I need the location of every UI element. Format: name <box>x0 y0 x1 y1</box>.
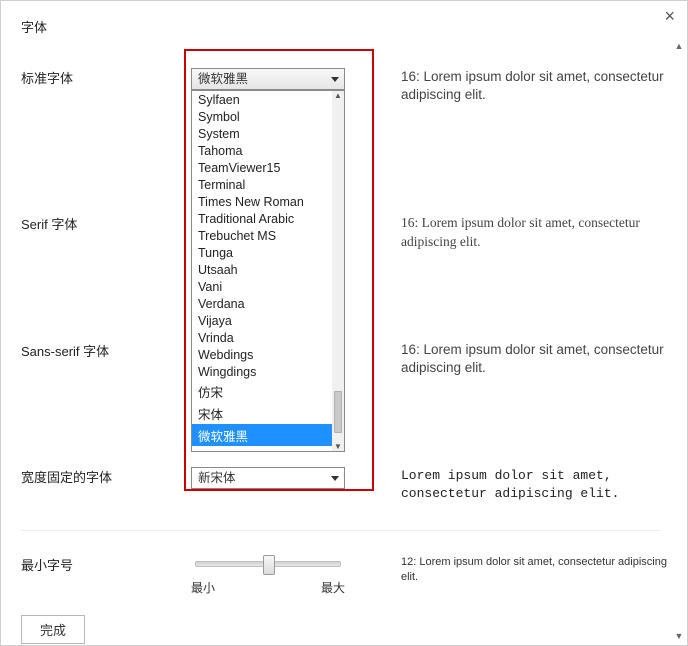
standard-font-select[interactable]: 微软雅黑 <box>191 68 345 90</box>
min-size-slider[interactable]: 最小 最大 <box>191 555 345 595</box>
slider-max-label: 最大 <box>321 579 345 596</box>
font-option[interactable]: Terminal <box>192 176 332 193</box>
font-option[interactable]: 微软雅黑 <box>192 424 332 446</box>
dialog-title: 字体 <box>21 17 679 36</box>
done-button[interactable]: 完成 <box>21 615 85 644</box>
font-dropdown-list[interactable]: SylfaenSymbolSystemTahomaTeamViewer15Ter… <box>191 90 345 452</box>
font-option[interactable]: 宋体 <box>192 402 332 424</box>
fixed-font-select[interactable]: 新宋体 <box>191 467 345 489</box>
sans-font-preview: 16: Lorem ipsum dolor sit amet, consecte… <box>381 341 679 377</box>
standard-font-preview: 16: Lorem ipsum dolor sit amet, consecte… <box>381 68 679 104</box>
font-option[interactable]: Tunga <box>192 244 332 261</box>
font-option[interactable]: Tahoma <box>192 142 332 159</box>
dropdown-scrollbar-thumb[interactable] <box>334 391 342 433</box>
font-option[interactable]: Webdings <box>192 346 332 363</box>
row-fixed-font: 宽度固定的字体 新宋体 Lorem ipsum dolor sit amet, … <box>21 377 679 502</box>
slider-min-label: 最小 <box>191 579 215 596</box>
standard-font-label: 标准字体 <box>21 68 191 87</box>
min-size-label: 最小字号 <box>21 555 191 574</box>
font-settings-dialog: × 字体 标准字体 微软雅黑 SylfaenSymbolSystemTahoma… <box>0 0 688 646</box>
font-option[interactable]: System <box>192 125 332 142</box>
serif-font-preview: 16: Lorem ipsum dolor sit amet, consecte… <box>381 214 679 250</box>
font-option[interactable]: Symbol <box>192 108 332 125</box>
font-option[interactable]: Wingdings <box>192 363 332 380</box>
font-option[interactable]: TeamViewer15 <box>192 159 332 176</box>
dialog-scrollbar[interactable] <box>673 41 685 641</box>
row-serif-font: Serif 字体 16: Lorem ipsum dolor sit amet,… <box>21 104 679 250</box>
font-option[interactable]: Utsaah <box>192 261 332 278</box>
font-option[interactable]: Vani <box>192 278 332 295</box>
fixed-font-preview: Lorem ipsum dolor sit amet, consectetur … <box>381 467 679 502</box>
slider-thumb[interactable] <box>263 555 275 575</box>
dropdown-scrollbar[interactable] <box>332 91 344 451</box>
font-option[interactable]: Trebuchet MS <box>192 227 332 244</box>
standard-font-selected: 微软雅黑 <box>198 72 248 86</box>
serif-font-label: Serif 字体 <box>21 214 191 233</box>
font-option[interactable]: Verdana <box>192 295 332 312</box>
row-min-font-size: 最小字号 最小 最大 12: Lorem ipsum dolor sit ame… <box>21 531 679 595</box>
font-option[interactable]: 仿宋 <box>192 380 332 402</box>
row-sans-font: Sans-serif 字体 16: Lorem ipsum dolor sit … <box>21 251 679 377</box>
font-option[interactable]: Sylfaen <box>192 91 332 108</box>
scroll-up-icon[interactable] <box>673 41 685 51</box>
row-standard-font: 标准字体 微软雅黑 SylfaenSymbolSystemTahomaTeamV… <box>21 44 679 104</box>
sans-font-label: Sans-serif 字体 <box>21 341 191 360</box>
scroll-down-icon[interactable] <box>673 631 685 641</box>
fixed-font-selected: 新宋体 <box>198 471 236 485</box>
font-option[interactable]: Vijaya <box>192 312 332 329</box>
close-icon[interactable]: × <box>664 7 675 25</box>
min-size-preview: 12: Lorem ipsum dolor sit amet, consecte… <box>381 555 679 585</box>
font-option[interactable]: Traditional Arabic <box>192 210 332 227</box>
font-option[interactable]: Times New Roman <box>192 193 332 210</box>
fixed-font-label: 宽度固定的字体 <box>21 467 191 486</box>
font-option[interactable]: Vrinda <box>192 329 332 346</box>
